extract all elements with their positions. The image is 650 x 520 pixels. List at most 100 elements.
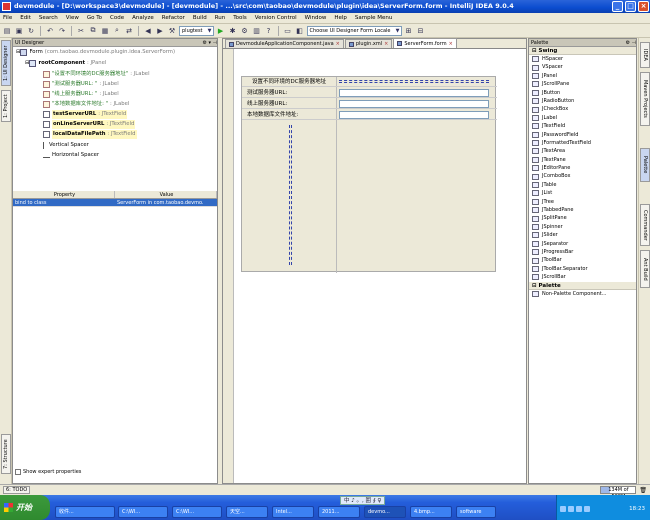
palette-item-jtextfield[interactable]: JTextField — [529, 122, 636, 130]
tree-node-label[interactable]: "测试服务器URL: " : JLabel — [43, 80, 119, 89]
tab-commander[interactable]: Commander — [640, 204, 650, 246]
test-server-label[interactable]: 测试服务器URL: — [247, 88, 287, 98]
root-component-panel[interactable]: 设置不同环境的DC服务器地址 测试服务器URL: 线上服务器URL: 本地数据库… — [241, 76, 497, 273]
menu-help[interactable]: Help — [334, 15, 347, 21]
copy-icon[interactable]: ⧉ — [88, 26, 98, 36]
palette-item-jpanel[interactable]: JPanel — [529, 72, 636, 80]
palette-item-jcheckbox[interactable]: JCheckBox — [529, 105, 636, 113]
palette-item-jseparator[interactable]: JSeparator — [529, 240, 636, 248]
tree-node-label[interactable]: "本地数据库文件地址: " : JLabel — [43, 100, 129, 109]
palette-item-jtoolbar[interactable]: JToolBar — [529, 256, 636, 264]
taskbar-button[interactable]: Intel... — [272, 506, 314, 518]
tab-ant-build[interactable]: Ant Build — [640, 250, 650, 288]
tab-server-form[interactable]: ServerForm.form × — [393, 38, 457, 48]
tree-node-root-component[interactable]: ⊟ rootComponent : JPanel — [25, 59, 106, 68]
palette-item-jprogressbar[interactable]: JProgressBar — [529, 248, 636, 256]
menu-goto[interactable]: Go To — [87, 15, 102, 21]
column-header-property[interactable]: Property — [13, 191, 115, 198]
palette-item-jlist[interactable]: JList — [529, 189, 636, 197]
palette-item-jtable[interactable]: JTable — [529, 181, 636, 189]
memory-indicator[interactable]: 134M of 508M — [600, 486, 637, 500]
palette-item-jsplitpane[interactable]: JSplitPane — [529, 214, 636, 222]
form-compile-icon[interactable]: ◧ — [295, 26, 305, 36]
start-button[interactable]: 开始 — [0, 495, 50, 520]
taskbar-button[interactable]: software — [456, 506, 496, 518]
grid-icon[interactable]: ⊟ — [416, 26, 426, 36]
palette-item-hspacer[interactable]: HSpacer — [529, 55, 636, 63]
menu-search[interactable]: Search — [39, 15, 58, 21]
save-icon[interactable]: ▣ — [14, 26, 24, 36]
tab-structure[interactable]: 7: Structure — [1, 434, 11, 474]
gc-icon[interactable]: 🗑 — [639, 487, 647, 494]
column-header-value[interactable]: Value — [115, 191, 217, 198]
debug-icon[interactable]: ✱ — [228, 26, 238, 36]
tree-node-label[interactable]: "设置不同环境的DC服务器地址" : JLabel — [43, 70, 150, 79]
todo-tab[interactable]: 6: TODO — [3, 486, 31, 494]
online-server-url-field[interactable] — [339, 100, 489, 108]
horizontal-spacer[interactable] — [339, 80, 489, 83]
open-icon[interactable]: ▤ — [2, 26, 12, 36]
close-tab-icon[interactable]: × — [384, 40, 388, 48]
tab-idea[interactable]: IDEA — [640, 42, 650, 68]
palette-item-jscrollbar[interactable]: JScrollBar — [529, 273, 636, 281]
menu-tools[interactable]: Tools — [233, 15, 247, 21]
tray-update-icon[interactable] — [584, 506, 590, 512]
tab-ui-designer[interactable]: 1: UI Designer — [1, 40, 11, 86]
palette-item-jeditorpane[interactable]: JEditorPane — [529, 164, 636, 172]
settings-icon[interactable]: ⚙ — [240, 26, 250, 36]
palette-item-jtextarea[interactable]: JTextArea — [529, 147, 636, 155]
find-icon[interactable]: ⌕ — [112, 26, 122, 36]
tree-node-label[interactable]: "线上服务器URL: " : JLabel — [43, 90, 119, 99]
menu-analyze[interactable]: Analyze — [132, 15, 154, 21]
form-preview-icon[interactable]: ▭ — [283, 26, 293, 36]
palette-item-jtree[interactable]: JTree — [529, 198, 636, 206]
online-server-label[interactable]: 线上服务器URL: — [247, 99, 287, 109]
taskbar-button[interactable]: 天空... — [226, 506, 268, 518]
replace-icon[interactable]: ⇄ — [124, 26, 134, 36]
forward-icon[interactable]: ▶ — [155, 26, 165, 36]
property-value[interactable]: ServerForm in com.taobao.devmo. — [115, 199, 217, 206]
palette-item-jtextpane[interactable]: JTextPane — [529, 156, 636, 164]
make-icon[interactable]: ⚒ — [167, 26, 177, 36]
palette-group-palette[interactable]: ⊟ Palette — [529, 281, 636, 290]
tab-palette[interactable]: Palette — [640, 148, 650, 182]
clock[interactable]: 18:23 — [629, 506, 645, 512]
palette-item-jlabel[interactable]: JLabel — [529, 114, 636, 122]
taskbar-button[interactable]: 收件... — [55, 506, 115, 518]
local-data-label[interactable]: 本地数据库文件地址: — [247, 110, 298, 120]
palette-item-non-palette[interactable]: Non-Palette Component... — [529, 290, 636, 298]
tree-node-vertical-spacer[interactable]: Vertical Spacer — [43, 141, 89, 150]
design-canvas[interactable]: 设置不同环境的DC服务器地址 测试服务器URL: 线上服务器URL: 本地数据库… — [223, 49, 526, 483]
taskbar-button[interactable]: C:\WI... — [172, 506, 222, 518]
tab-devmodule-application-component[interactable]: DevmoduleApplicationComponent.java × — [225, 39, 344, 48]
menu-file[interactable]: File — [3, 15, 12, 21]
menu-edit[interactable]: Edit — [20, 15, 31, 21]
tab-plugin-xml[interactable]: plugin.xml × — [344, 39, 393, 48]
panel-controls-icon[interactable]: ⚙ ▾ ⊣ — [202, 39, 217, 46]
form-title-label[interactable]: 设置不同环境的DC服务器地址 — [252, 77, 326, 87]
menu-run[interactable]: Run — [215, 15, 226, 21]
run-icon[interactable]: ▶ — [216, 26, 226, 36]
paste-icon[interactable]: ▦ — [100, 26, 110, 36]
structure-icon[interactable]: ▥ — [252, 26, 262, 36]
tree-node-field[interactable]: onLineServerURL : JTextField — [43, 120, 136, 129]
palette-item-jspinner[interactable]: JSpinner — [529, 223, 636, 231]
local-data-file-path-field[interactable] — [339, 111, 489, 119]
palette-item-jtabbedpane[interactable]: JTabbedPane — [529, 206, 636, 214]
panel-controls-icon[interactable]: ⚙ ⊣ — [626, 39, 636, 46]
back-icon[interactable]: ◀ — [143, 26, 153, 36]
palette-item-vspacer[interactable]: VSpacer — [529, 63, 636, 71]
tray-network-icon[interactable] — [560, 506, 566, 512]
menu-window[interactable]: Window — [305, 15, 327, 21]
palette-item-jpasswordfield[interactable]: JPasswordField — [529, 131, 636, 139]
menu-code[interactable]: Code — [110, 15, 124, 21]
locale-select[interactable]: Choose UI Designer Form Locale — [306, 25, 402, 36]
table-row[interactable]: bind to class ServerForm in com.taobao.d… — [13, 199, 217, 207]
close-tab-icon[interactable]: × — [336, 40, 340, 48]
tree-node-horizontal-spacer[interactable]: Horizontal Spacer — [43, 151, 99, 160]
tree-node-form[interactable]: ⊟ Form (com.taobao.devmodule.plugin.idea… — [16, 48, 175, 57]
redo-icon[interactable]: ↷ — [57, 26, 67, 36]
palette-item-jtoolbar-separator[interactable]: JToolBar.Separator — [529, 265, 636, 273]
ime-toolbar[interactable]: 中 ♪ 。, 囲 ∮ ♀ — [340, 496, 386, 505]
taskbar-button[interactable]: C:\WI... — [118, 506, 168, 518]
